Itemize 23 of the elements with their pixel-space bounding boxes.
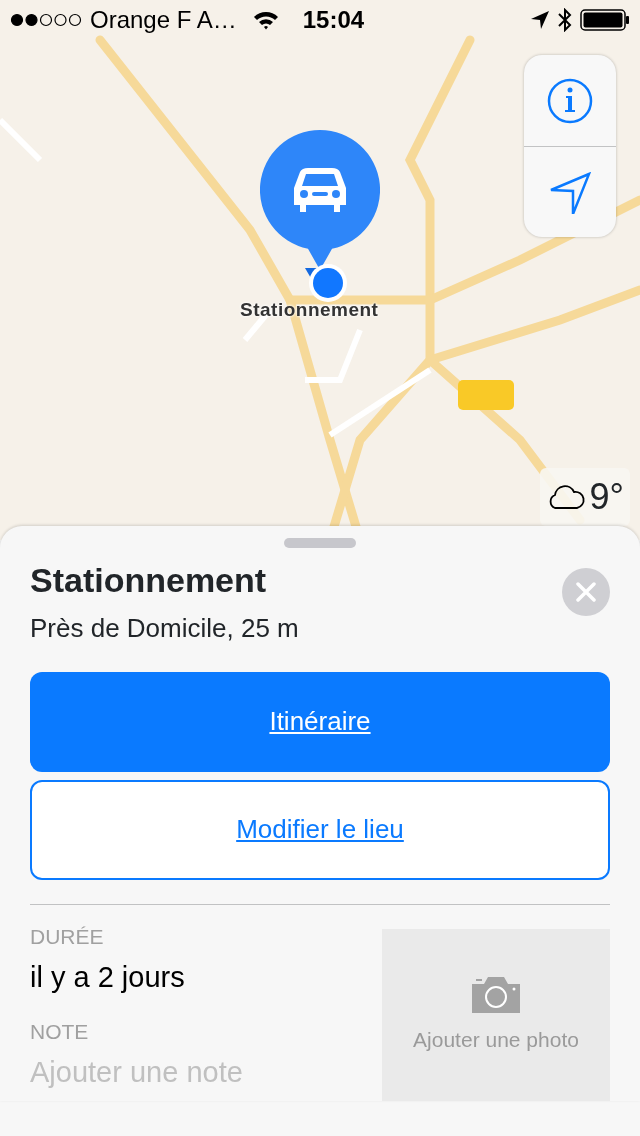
directions-button[interactable]: Itinéraire bbox=[30, 671, 610, 772]
temperature: 9° bbox=[589, 475, 624, 519]
field-label: NOTE bbox=[30, 1018, 90, 1045]
edit-location-button[interactable]: Modifier le lieu bbox=[30, 779, 610, 880]
place-title: Stationnement bbox=[30, 560, 268, 601]
grabber-handle[interactable] bbox=[284, 538, 356, 548]
field-label: DURÉE bbox=[30, 923, 105, 950]
location-arrow-icon bbox=[530, 10, 550, 30]
pin-label: Stationnement bbox=[240, 298, 379, 322]
wifi-icon bbox=[252, 10, 279, 30]
car-pin-icon[interactable] bbox=[260, 130, 380, 305]
signal-icon bbox=[10, 13, 82, 27]
add-photo-button[interactable]: Ajouter une photo bbox=[382, 928, 610, 1101]
battery-icon bbox=[580, 9, 630, 31]
info-icon bbox=[547, 77, 593, 124]
bluetooth-icon bbox=[558, 8, 572, 32]
location-arrow-icon bbox=[549, 171, 591, 214]
carrier-name: Orange F A… bbox=[90, 5, 237, 35]
status-time: 15:04 bbox=[302, 5, 365, 35]
close-icon bbox=[576, 582, 596, 602]
field-value: il y a 2 jours bbox=[30, 960, 186, 996]
camera-icon bbox=[470, 974, 522, 1015]
place-subtitle: Près de Domicile, 25 m bbox=[30, 611, 299, 645]
